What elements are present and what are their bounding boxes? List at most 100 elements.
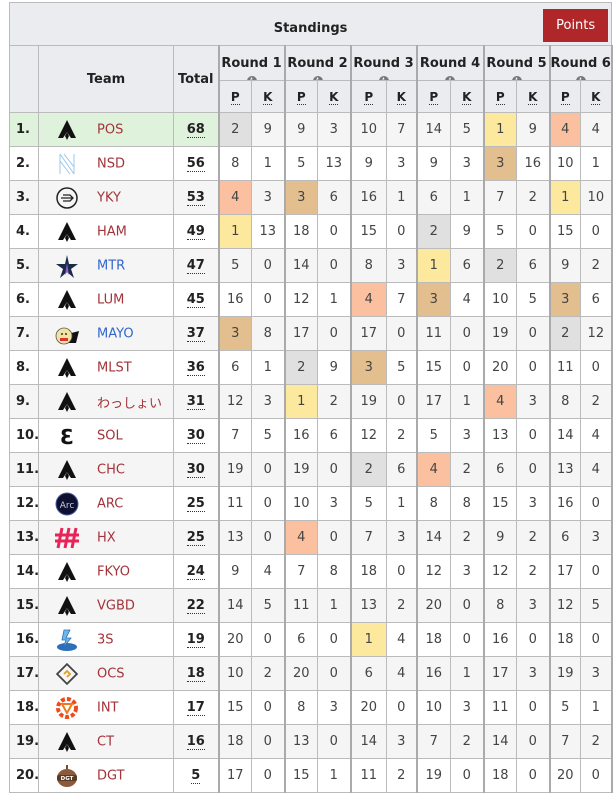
total-points[interactable]: 24 [186, 564, 205, 580]
team-name-link[interactable]: MAYO [97, 326, 134, 341]
total-cell: 30 [173, 452, 219, 487]
placement-cell: 4 [415, 452, 451, 487]
apex-logo-icon[interactable] [53, 729, 81, 755]
kills-header-round-4[interactable]: K [450, 80, 485, 113]
total-points[interactable]: 47 [186, 258, 205, 274]
kills-abbr[interactable]: K [462, 89, 472, 105]
kills-cell: 0 [317, 724, 352, 759]
nsd-logo-icon[interactable] [53, 151, 81, 177]
kills-cell: 0 [317, 452, 352, 487]
int-logo-icon[interactable] [53, 695, 81, 721]
team-name-link[interactable]: 3S [97, 632, 114, 647]
placement-abbr[interactable]: P [560, 89, 570, 105]
ocs-logo-icon[interactable] [53, 661, 81, 687]
total-points[interactable]: 36 [186, 360, 205, 376]
kills-abbr[interactable]: K [591, 89, 601, 105]
team-name-link[interactable]: YKY [97, 190, 121, 205]
team-name-link[interactable]: CT [97, 734, 114, 749]
placement-abbr[interactable]: P [429, 89, 439, 105]
kills-abbr[interactable]: K [528, 89, 538, 105]
total-points[interactable]: 16 [186, 734, 205, 750]
total-points[interactable]: 17 [186, 700, 205, 716]
table-row: 20. DGT DGT 5 17 0 15 1 11 2 19 0 18 0 20 0 [9, 758, 613, 793]
3s-logo-icon[interactable] [53, 627, 81, 653]
placement-abbr[interactable]: P [230, 89, 240, 105]
apex-logo-icon[interactable] [53, 593, 81, 619]
total-points[interactable]: 53 [186, 190, 205, 206]
total-points[interactable]: 25 [186, 496, 205, 512]
yky-logo-icon[interactable] [53, 185, 81, 211]
placement-cell: 8 [283, 690, 318, 725]
team-name-link[interactable]: HAM [97, 224, 127, 239]
kills-header-round-2[interactable]: K [317, 80, 352, 113]
kills-header-round-6[interactable]: K [579, 80, 613, 113]
info-icon[interactable]: i [511, 76, 522, 80]
points-button[interactable]: Points [543, 9, 609, 42]
team-name-link[interactable]: MLST [97, 360, 132, 375]
placement-cell: 12 [415, 554, 451, 589]
placement-header-round-5[interactable]: P [482, 80, 517, 113]
total-points[interactable]: 45 [186, 292, 205, 308]
total-points[interactable]: 68 [186, 122, 205, 138]
apex-logo-icon[interactable] [53, 355, 81, 381]
team-name-link[interactable]: MTR [97, 258, 125, 273]
info-icon[interactable]: i [246, 76, 257, 80]
total-points[interactable]: 22 [186, 598, 205, 614]
kills-abbr[interactable]: K [329, 89, 339, 105]
total-cell: 45 [173, 282, 219, 317]
total-points[interactable]: 31 [186, 394, 205, 410]
kills-header-round-1[interactable]: K [251, 80, 286, 113]
apex-logo-icon[interactable] [53, 117, 81, 143]
total-points[interactable]: 30 [186, 428, 205, 444]
placement-header-round-4[interactable]: P [415, 80, 451, 113]
team-name-link[interactable]: FKYO [97, 564, 130, 579]
kills-abbr[interactable]: K [396, 89, 406, 105]
mayo-logo-icon[interactable] [53, 321, 81, 347]
team-name-link[interactable]: わっしょい [97, 396, 162, 411]
total-points[interactable]: 56 [186, 156, 205, 172]
team-name-link[interactable]: SOL [97, 428, 123, 443]
total-points[interactable]: 25 [186, 530, 205, 546]
team-name-link[interactable]: NSD [97, 156, 125, 171]
total-points[interactable]: 5 [191, 768, 201, 784]
kills-header-round-3[interactable]: K [386, 80, 418, 113]
info-icon[interactable]: i [378, 76, 389, 80]
placement-header-round-2[interactable]: P [283, 80, 318, 113]
total-points[interactable]: 18 [186, 666, 205, 682]
apex-logo-icon[interactable] [53, 559, 81, 585]
kills-header-round-5[interactable]: K [516, 80, 551, 113]
team-name-link[interactable]: LUM [97, 292, 124, 307]
placement-abbr[interactable]: P [364, 89, 374, 105]
mtr-logo-icon[interactable] [53, 253, 81, 279]
total-points[interactable]: 37 [186, 326, 205, 342]
apex-logo-icon[interactable] [53, 389, 81, 415]
dgt-logo-icon[interactable]: DGT [53, 763, 81, 789]
total-points[interactable]: 19 [186, 632, 205, 648]
sol-logo-icon[interactable]: Ɛ [53, 423, 81, 449]
team-name-link[interactable]: POS [97, 122, 123, 137]
team-name-link[interactable]: CHC [97, 462, 125, 477]
info-icon[interactable]: i [575, 76, 586, 80]
placement-header-round-1[interactable]: P [217, 80, 252, 113]
team-name-link[interactable]: DGT [97, 768, 125, 783]
total-points[interactable]: 49 [186, 224, 205, 240]
arc-logo-icon[interactable]: Arc [53, 491, 81, 517]
placement-abbr[interactable]: P [495, 89, 505, 105]
team-name-link[interactable]: HX [97, 530, 116, 545]
apex-logo-icon[interactable] [53, 219, 81, 245]
team-name-link[interactable]: ARC [97, 496, 123, 511]
apex-logo-icon[interactable] [53, 287, 81, 313]
placement-header-round-6[interactable]: P [548, 80, 581, 113]
info-icon[interactable]: i [312, 76, 323, 80]
hx-logo-icon[interactable] [53, 525, 81, 551]
team-name-link[interactable]: OCS [97, 666, 125, 681]
apex-logo-icon[interactable] [53, 457, 81, 483]
placement-header-round-3[interactable]: P [349, 80, 387, 113]
placement-abbr[interactable]: P [296, 89, 306, 105]
total-points[interactable]: 30 [186, 462, 205, 478]
team-name-link[interactable]: INT [97, 700, 119, 715]
kills-abbr[interactable]: K [263, 89, 273, 105]
placement-cell: 1 [415, 248, 451, 283]
team-name-link[interactable]: VGBD [97, 598, 135, 613]
info-icon[interactable]: i [445, 76, 455, 80]
